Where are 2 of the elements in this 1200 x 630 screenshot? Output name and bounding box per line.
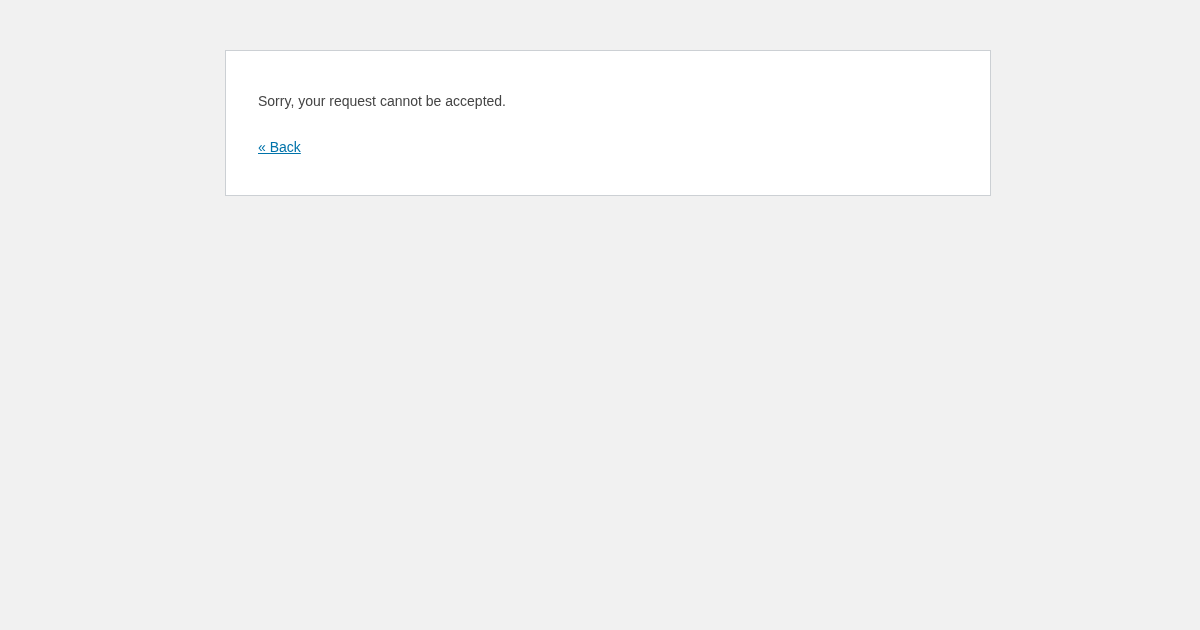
error-message: Sorry, your request cannot be accepted. (258, 92, 507, 111)
back-link[interactable]: « Back (258, 139, 301, 155)
